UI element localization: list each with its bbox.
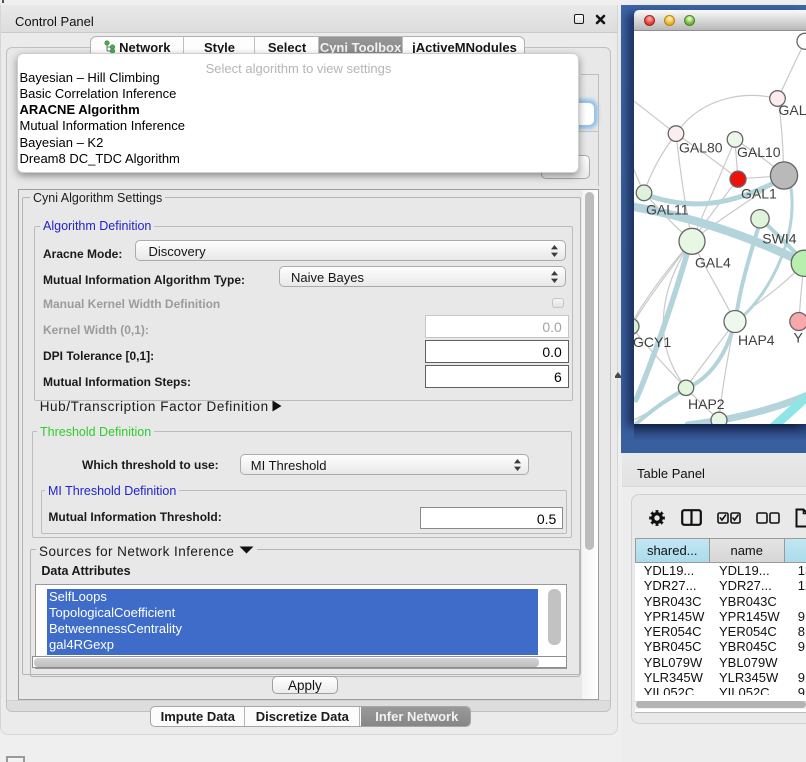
svg-text:GAL10: GAL10 (737, 144, 781, 160)
svg-text:HAP2: HAP2 (688, 396, 725, 412)
svg-text:HAP4: HAP4 (738, 333, 775, 349)
svg-text:GCY1: GCY1 (634, 334, 671, 350)
svg-text:GAL7: GAL7 (779, 102, 806, 118)
svg-text:GAL4: GAL4 (695, 255, 731, 271)
svg-text:GAL80: GAL80 (679, 140, 723, 156)
svg-text:SWI4: SWI4 (762, 231, 796, 247)
svg-text:GAL1: GAL1 (741, 186, 777, 202)
svg-text:Y: Y (794, 330, 804, 346)
svg-text:GAL11: GAL11 (646, 202, 689, 218)
